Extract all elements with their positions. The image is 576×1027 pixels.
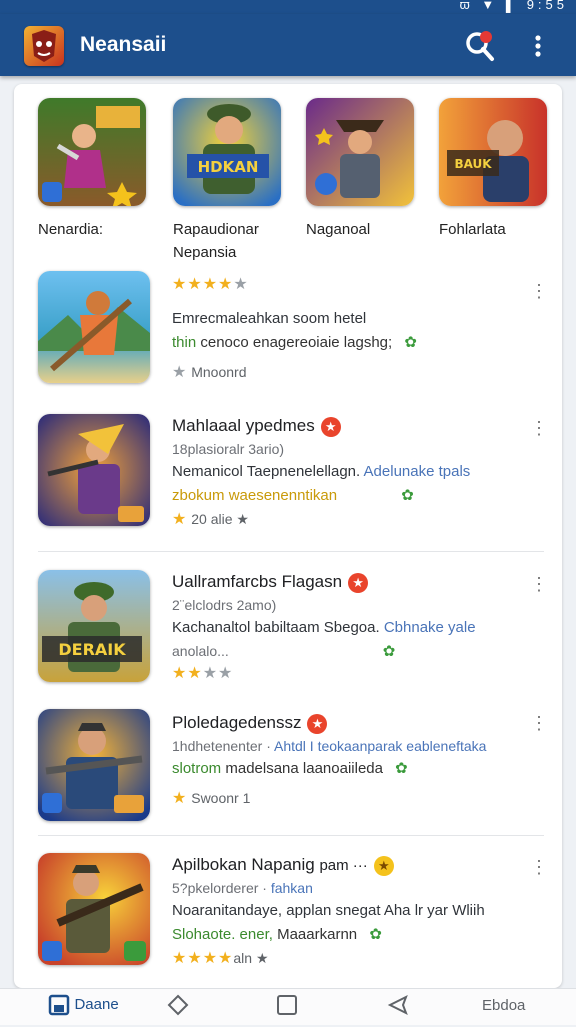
app-bar: Neansaii [0,14,576,76]
item-rating: ★ 20 alie ★ [172,511,249,528]
nav-item-diamond[interactable] [166,993,190,1023]
item-title: Mahlaaal ypedmes ★ [172,414,522,438]
divider [38,551,544,552]
item-rating: ★★★★aln ★ [172,950,269,967]
item-description: Kachanaltol babiltaam Sbegoa. Cbhnake ya… [172,619,476,636]
nav-label: Ebdoa [482,997,526,1014]
featured-item[interactable]: BAUK Fohlarlata [439,98,551,241]
status-time: 9:55 [526,0,568,12]
more-vert-icon[interactable]: ⋮ [530,713,548,733]
content-card: Nenardia: HDKAN Rapaudionar Nepansia Nag… [14,84,562,988]
status-icons: ϖ ▼ ▌ 9:55 [460,0,568,12]
list-item[interactable]: Mahlaaal ypedmes ★ 18plasioralr 3ario) Ne… [14,414,562,534]
list-item-text: Apilbokan Napanig pam ··· ★ 5?pkelorderer… [172,853,522,969]
square-icon [277,995,297,1015]
item-description: Emrecmaleahkan soom hetel [172,310,367,327]
list-item[interactable]: Ploledagedenssz ★ 1hdhetenenter · Ahtdl I… [14,709,562,829]
hot-badge: ★ [348,572,369,593]
bookmark-icon [48,994,70,1016]
nav-item-back[interactable] [386,993,410,1023]
featured-item[interactable]: HDKAN Rapaudionar Nepansia [173,98,285,264]
game-thumbnail[interactable]: HDKAN [173,98,281,206]
hot-badge: ★ [307,713,328,734]
item-rating: ★ Swoonr 1 [172,790,251,807]
item-rating: ★ Mnoonrd [172,364,247,381]
list-item-text: Uallramfarcbs Flagasn ★ 2¨elclodrs 2amo) … [172,570,522,684]
item-tags: thin cenoco enagereoiaie lagshg; ✿ [172,334,417,351]
bottom-nav: Daane Ebdoa [0,988,576,1025]
svg-text:BAUK: BAUK [454,157,492,171]
game-icon[interactable]: DERAIK [38,570,150,682]
item-tags: slotrom madelsana laanoaiileda ✿ [172,760,408,777]
featured-item[interactable]: Naganoal [306,98,418,241]
more-vert-icon[interactable] [524,30,552,62]
featured-label: Nenardia: [38,221,104,238]
nav-item-more[interactable]: Ebdoa [482,997,525,1027]
item-subtitle: 2¨elclodrs 2amo) [172,597,277,613]
hot-badge: ★ [373,855,394,876]
svg-text:HDKAN: HDKAN [198,158,259,176]
item-tags: Slohaote. ener, Maaarkarnn ✿ [172,926,382,943]
item-title: Ploledagedenssz ★ [172,711,522,735]
app-logo-icon[interactable] [24,26,64,66]
item-tags: zbokum waesenenntikan ✿ [172,487,414,504]
more-vert-icon[interactable]: ⋮ [530,281,548,301]
hot-badge: ★ [320,416,341,437]
divider [38,835,544,836]
item-title: Uallramfarcbs Flagasn ★ [172,570,522,594]
list-item-text: ★★★★★ Emrecmaleahkan soom hetel thin cen… [172,273,522,383]
list-item[interactable]: Apilbokan Napanig pam ··· ★ 5?pkelorderer… [14,853,562,973]
more-vert-icon[interactable]: ⋮ [530,857,548,877]
search-icon[interactable] [460,28,500,64]
nav-item-square[interactable] [275,993,299,1023]
diamond-icon [167,994,189,1016]
game-thumbnail[interactable]: BAUK [439,98,547,206]
item-tags: anolalo... ✿ [172,643,396,660]
more-vert-icon[interactable]: ⋮ [530,574,548,594]
featured-item[interactable]: Nenardia: [38,98,150,241]
item-subtitle: 18plasioralr 3ario) [172,441,285,457]
nav-label: Daane [74,996,119,1014]
item-description: Nemanicol Taepnenelellagn. Adelunake tpa… [172,463,471,480]
back-icon [387,994,408,1016]
item-title: Apilbokan Napanig pam ··· ★ [172,853,522,877]
game-icon[interactable] [38,414,150,526]
rating-stars: ★★★★ [172,665,234,682]
featured-label: Naganoal [306,221,371,238]
featured-label: Rapaudionar Nepansia [173,221,259,261]
more-vert-icon[interactable]: ⋮ [530,418,548,438]
app-title: Neansaii [80,33,167,56]
status-bar: ϖ ▼ ▌ 9:55 [0,0,576,14]
game-thumbnail[interactable] [306,98,414,206]
list-item-text: Ploledagedenssz ★ 1hdhetenenter · Ahtdl I… [172,711,522,809]
game-icon[interactable] [38,271,150,383]
game-thumbnail[interactable] [38,98,146,206]
svg-text:DERAIK: DERAIK [58,640,126,659]
list-item[interactable]: DERAIK Uallramfarcbs Flagasn ★ 2¨elclodrs… [14,570,562,690]
rating-stars: ★★★★★ [172,276,249,293]
featured-label: Fohlarlata [439,221,506,238]
item-subtitle: 1hdhetenenter · Ahtdl I teokaanparak eab… [172,738,487,754]
list-item[interactable]: ★★★★★ Emrecmaleahkan soom hetel thin cen… [14,271,562,391]
game-icon[interactable] [38,709,150,821]
game-icon[interactable] [38,853,150,965]
item-subtitle: 5?pkelorderer · fahkan [172,880,313,896]
list-item-text: Mahlaaal ypedmes ★ 18plasioralr 3ario) Ne… [172,414,522,530]
nav-item-home[interactable]: Daane [48,993,119,1023]
item-description: Noaranitandaye, applan snegat Aha lr yar… [172,902,485,919]
